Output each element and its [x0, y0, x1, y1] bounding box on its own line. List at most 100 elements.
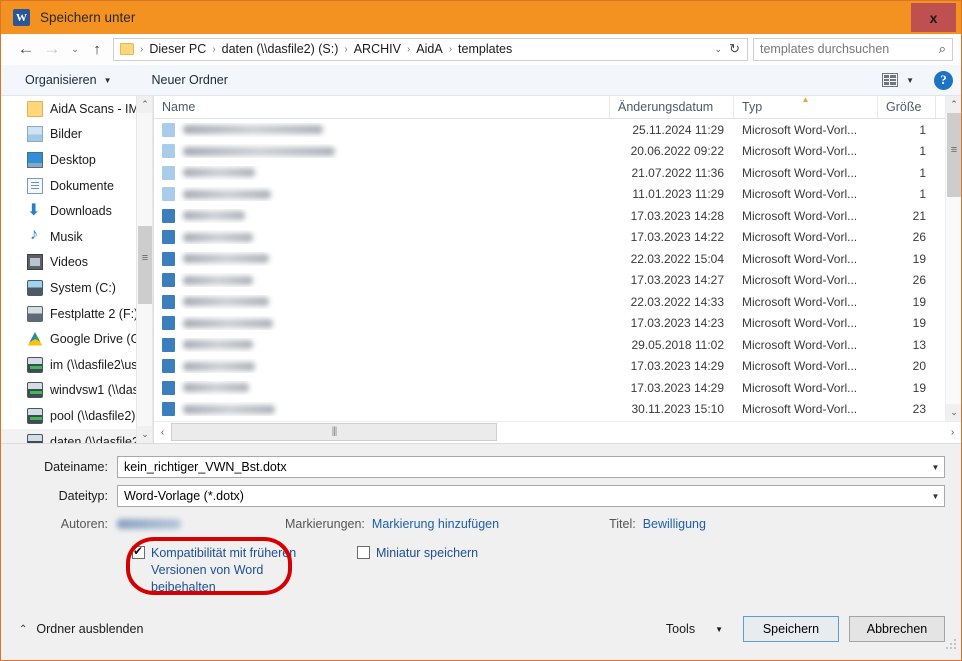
checkbox-checked-icon[interactable]	[132, 544, 145, 559]
filetype-select[interactable]: Word-Vorlage (*.dotx) ▼	[117, 485, 945, 507]
table-row[interactable]: 17.03.2023 14:29 Microsoft Word-Vorl... 20	[154, 356, 961, 378]
sidebar-item-8[interactable]: Festplatte 2 (F:)	[1, 301, 152, 327]
table-row[interactable]: 29.05.2018 11:02 Microsoft Word-Vorl... 13	[154, 334, 961, 356]
organize-button[interactable]: Organisieren ▼	[19, 70, 118, 90]
view-mode-button[interactable]: ▼	[878, 71, 918, 89]
scroll-down-icon[interactable]: ⌄	[946, 404, 961, 421]
recent-locations-icon[interactable]: ⌄	[65, 36, 85, 62]
sidebar-item-6[interactable]: Videos	[1, 250, 152, 276]
file-name-cell	[154, 359, 610, 374]
sidebar-item-2[interactable]: Desktop	[1, 147, 152, 173]
file-list-scroll-thumb[interactable]	[947, 113, 961, 197]
breadcrumb-item-0[interactable]: Dieser PC	[149, 42, 206, 56]
file-list-vertical-scrollbar[interactable]: ⌃ ⌄	[945, 96, 961, 421]
resize-grip[interactable]	[946, 637, 958, 649]
scroll-up-icon[interactable]: ⌃	[137, 96, 152, 113]
column-header-name[interactable]: Name	[154, 96, 610, 118]
thumbnail-checkbox[interactable]: Miniatur speichern	[357, 545, 478, 562]
scroll-down-icon[interactable]: ⌄	[137, 426, 152, 443]
breadcrumb-item-2[interactable]: ARCHIV	[354, 42, 401, 56]
title-link[interactable]: Bewilligung	[643, 517, 706, 531]
sidebar-item-5[interactable]: Musik	[1, 224, 152, 250]
sidebar-item-7[interactable]: System (C:)	[1, 275, 152, 301]
column-header-type[interactable]: ▲ Typ	[734, 96, 878, 118]
filename-input[interactable]: kein_richtiger_VWN_Bst.dotx ▼	[117, 456, 945, 478]
hscroll-track[interactable]	[171, 422, 944, 443]
downloads-icon	[27, 200, 43, 220]
thumbnail-checkbox-label: Miniatur speichern	[376, 546, 479, 560]
sidebar-item-13[interactable]: daten (\\dasfile2	[1, 428, 152, 443]
sidebar-scroll-thumb[interactable]	[138, 226, 152, 304]
table-row[interactable]: 17.03.2023 14:27 Microsoft Word-Vorl... 26	[154, 270, 961, 292]
breadcrumb[interactable]: › Dieser PC › daten (\\dasfile2) (S:) › …	[113, 37, 748, 61]
hide-folders-label: Ordner ausblenden	[36, 622, 144, 636]
add-tag-link[interactable]: Markierung hinzufügen	[372, 517, 499, 531]
hscroll-thumb[interactable]	[171, 423, 497, 441]
breadcrumb-item-3[interactable]: AidA	[416, 42, 442, 56]
file-date-cell: 22.03.2022 14:33	[630, 294, 724, 309]
authors-value-redacted[interactable]	[117, 519, 181, 529]
search-input[interactable]: templates durchsuchen ⌕	[753, 37, 953, 61]
breadcrumb-item-4[interactable]: templates	[458, 42, 512, 56]
chevron-down-icon[interactable]: ⌄	[708, 44, 730, 55]
column-header-size[interactable]: Größe	[878, 96, 936, 118]
table-row[interactable]: 17.03.2023 14:23 Microsoft Word-Vorl... 19	[154, 313, 961, 335]
table-row[interactable]: 20.06.2022 09:22 Microsoft Word-Vorl... 1	[154, 141, 961, 163]
sidebar-item-label: Videos	[50, 255, 88, 270]
chevron-down-icon[interactable]: ▼	[927, 457, 944, 477]
up-one-level-icon[interactable]: ↑	[85, 36, 109, 62]
sidebar-item-12[interactable]: pool (\\dasfile2)	[1, 403, 152, 429]
hide-folders-button[interactable]: ⌃ Ordner ausblenden	[19, 622, 143, 636]
close-button[interactable]: x	[911, 3, 956, 32]
cancel-button[interactable]: Abbrechen	[849, 616, 945, 642]
file-name-redacted	[183, 340, 253, 350]
chevron-down-icon[interactable]: ▼	[927, 486, 944, 506]
google-drive-icon	[27, 331, 43, 346]
file-type-cell: Microsoft Word-Vorl...	[742, 122, 858, 137]
title-bar: W Speichern unter x	[1, 1, 961, 34]
chevron-down-icon: ▼	[906, 75, 914, 85]
table-row[interactable]: 21.07.2022 11:36 Microsoft Word-Vorl... 1	[154, 162, 961, 184]
table-row[interactable]: 17.03.2023 14:28 Microsoft Word-Vorl... 21	[154, 205, 961, 227]
file-date-cell: 11.01.2023 11:29	[632, 187, 724, 202]
sidebar-item-label: daten (\\dasfile2	[50, 434, 139, 443]
sidebar-item-9[interactable]: Google Drive (G:	[1, 326, 152, 352]
forward-icon[interactable]: →	[39, 36, 65, 62]
table-row[interactable]: 30.11.2023 15:10 Microsoft Word-Vorl... 23	[154, 399, 961, 421]
sidebar-item-11[interactable]: windvsw1 (\\das	[1, 378, 152, 404]
checkbox-unchecked-icon[interactable]	[357, 546, 370, 559]
navigation-tree: AidA Scans - IM Bilder Desktop Dokumente Dow…	[1, 96, 152, 443]
sidebar-item-3[interactable]: Dokumente	[1, 173, 152, 199]
filename-value: kein_richtiger_VWN_Bst.dotx	[124, 460, 287, 474]
table-row[interactable]: 17.03.2023 14:29 Microsoft Word-Vorl... 19	[154, 377, 961, 399]
sidebar-item-0[interactable]: AidA Scans - IM	[1, 96, 152, 122]
scroll-left-icon[interactable]: ‹	[154, 422, 171, 443]
table-row[interactable]: 25.11.2024 11:29 Microsoft Word-Vorl... 1	[154, 119, 961, 141]
table-row[interactable]: 22.03.2022 15:04 Microsoft Word-Vorl... 19	[154, 248, 961, 270]
sidebar-scrollbar[interactable]: ⌃ ⌄	[136, 96, 152, 443]
compatibility-checkbox[interactable]: Kompatibilität mit früheren Versionen vo…	[132, 544, 312, 596]
word-template-file-icon	[162, 359, 175, 374]
scroll-right-icon[interactable]: ›	[944, 422, 961, 443]
new-folder-button[interactable]: Neuer Ordner	[146, 70, 234, 90]
scroll-up-icon[interactable]: ⌃	[946, 96, 961, 113]
file-date-cell: 17.03.2023 14:23	[630, 316, 724, 331]
sidebar-item-1[interactable]: Bilder	[1, 122, 152, 148]
table-row[interactable]: 11.01.2023 11:29 Microsoft Word-Vorl... 1	[154, 184, 961, 206]
tools-button[interactable]: Tools ▼	[658, 618, 731, 640]
save-button[interactable]: Speichern	[743, 616, 839, 642]
back-icon[interactable]: ←	[13, 36, 39, 62]
table-row[interactable]: 17.03.2023 14:22 Microsoft Word-Vorl... 26	[154, 227, 961, 249]
file-type-cell: Microsoft Word-Vorl...	[742, 316, 858, 331]
breadcrumb-item-1[interactable]: daten (\\dasfile2) (S:)	[222, 42, 339, 56]
checkbox-row: Kompatibilität mit früheren Versionen vo…	[1, 537, 961, 596]
table-row[interactable]: 22.03.2022 14:33 Microsoft Word-Vorl... 19	[154, 291, 961, 313]
column-header-date[interactable]: Änderungsdatum	[610, 96, 734, 118]
sidebar-item-10[interactable]: im (\\dasfile2\us	[1, 352, 152, 378]
file-list-horizontal-scrollbar[interactable]: ‹ ›	[154, 421, 961, 443]
sidebar-item-4[interactable]: Downloads	[1, 198, 152, 224]
help-button[interactable]: ?	[934, 70, 953, 90]
refresh-icon[interactable]: ↻	[729, 41, 744, 57]
file-name-redacted	[183, 361, 255, 371]
file-date-cell: 20.06.2022 09:22	[630, 144, 724, 159]
